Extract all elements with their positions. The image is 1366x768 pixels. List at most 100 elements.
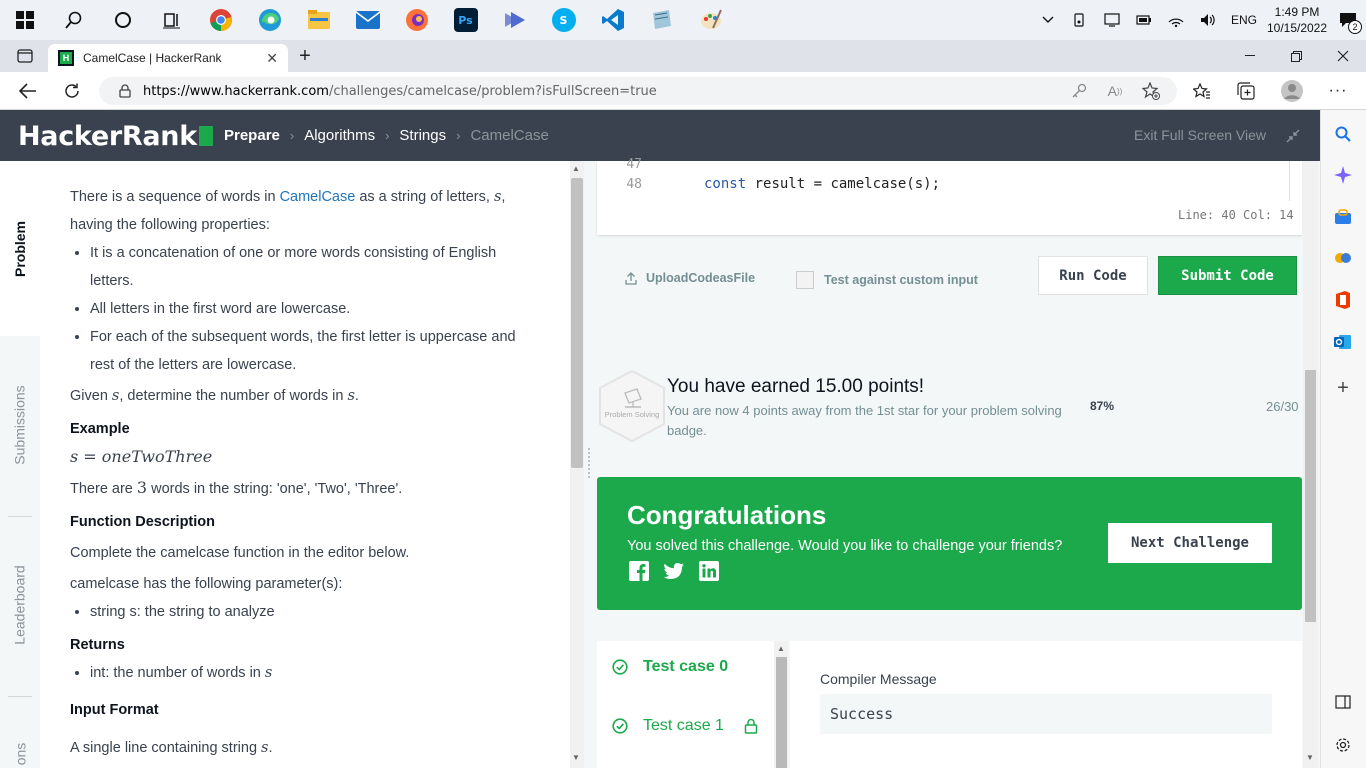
tab-title: CamelCase | HackerRank — [83, 51, 222, 65]
url-text[interactable]: https://www.hackerrank.com/challenges/ca… — [143, 84, 657, 99]
linkedin-icon[interactable] — [699, 561, 719, 581]
favorites-icon[interactable] — [1184, 72, 1220, 110]
breadcrumb-prepare[interactable]: Prepare — [224, 127, 280, 144]
tab-close-icon[interactable]: ✕ — [266, 50, 278, 67]
checkbox[interactable] — [796, 271, 814, 289]
volume-icon[interactable] — [1192, 0, 1224, 40]
wifi-icon[interactable] — [1160, 0, 1192, 40]
language-indicator[interactable]: ENG — [1224, 0, 1264, 40]
games-icon[interactable] — [1331, 246, 1355, 270]
congratulations-title: Congratulations — [627, 500, 827, 530]
breadcrumb-strings[interactable]: Strings — [399, 127, 446, 144]
lock-icon[interactable] — [119, 84, 131, 98]
breadcrumb-chevron-icon: › — [456, 128, 461, 143]
function-heading: Function Description — [70, 514, 215, 530]
office-icon[interactable] — [1331, 288, 1355, 312]
next-challenge-button[interactable]: Next Challenge — [1108, 523, 1272, 563]
twitter-icon[interactable] — [664, 561, 684, 581]
scroll-up-arrow-icon[interactable]: ▲ — [777, 644, 785, 653]
test-case-0[interactable]: Test case 0 — [612, 658, 728, 676]
vscode-icon[interactable] — [588, 0, 637, 40]
tab-actions-icon[interactable] — [14, 46, 36, 66]
facebook-icon[interactable] — [629, 561, 649, 581]
battery-icon[interactable] — [1128, 0, 1160, 40]
edge-icon[interactable] — [245, 0, 294, 40]
clock-date: 10/15/2022 — [1266, 21, 1328, 35]
tab-problem-label: Problem — [12, 220, 29, 277]
camelcase-link[interactable]: CamelCase — [280, 189, 356, 205]
collapse-arrows-icon[interactable] — [1285, 128, 1301, 144]
check-circle-icon — [612, 659, 628, 675]
refresh-icon[interactable] — [54, 72, 90, 110]
visual-studio-app-icon[interactable] — [490, 0, 539, 40]
notification-center-icon[interactable]: 2 — [1330, 0, 1366, 40]
scroll-down-arrow-icon[interactable]: ▼ — [1306, 753, 1314, 762]
tab-leaderboard-label: Leaderboard — [12, 565, 28, 645]
test-case-scrollbar-thumb[interactable] — [776, 657, 787, 768]
photoshop-icon[interactable]: Ps — [441, 0, 490, 40]
upload-code-button[interactable]: UploadCodeasFile — [625, 271, 755, 285]
discover-sparkle-icon[interactable] — [1331, 163, 1355, 187]
read-aloud-icon[interactable]: A)) — [1097, 72, 1133, 110]
firefox-icon[interactable] — [392, 0, 441, 40]
add-favorite-icon[interactable] — [1133, 72, 1169, 110]
mail-icon[interactable] — [343, 0, 392, 40]
breadcrumb-algorithms[interactable]: Algorithms — [304, 127, 375, 144]
hide-sidebar-icon[interactable] — [1331, 690, 1355, 714]
sidebar-settings-icon[interactable] — [1331, 733, 1355, 757]
restore-icon[interactable] — [1273, 40, 1319, 72]
notepad-icon[interactable] — [637, 0, 686, 40]
minimize-icon[interactable] — [1227, 40, 1273, 72]
logo-block-icon — [198, 126, 213, 146]
tab-divider — [8, 516, 32, 517]
breadcrumb-camelcase: CamelCase — [470, 127, 549, 144]
task-view-icon[interactable] — [147, 0, 196, 40]
address-bar[interactable]: https://www.hackerrank.com/challenges/ca… — [99, 77, 1177, 105]
meet-now-icon[interactable] — [1064, 0, 1096, 40]
window-close-icon[interactable] — [1320, 40, 1366, 72]
scroll-down-arrow-icon[interactable]: ▼ — [572, 753, 580, 762]
problem-statement: There is a sequence of words in CamelCas… — [40, 161, 570, 768]
new-tab-icon[interactable]: + — [294, 44, 316, 68]
paint-icon[interactable] — [686, 0, 735, 40]
problem-given: Given s, determine the number of words i… — [70, 388, 359, 404]
code-line[interactable]: const result = camelcase(s); — [704, 176, 940, 192]
tab-problem[interactable]: Problem — [0, 161, 40, 336]
add-sidebar-app-icon[interactable]: + — [1331, 376, 1355, 400]
panel-resize-handle[interactable] — [588, 448, 592, 478]
browser-tab-active[interactable]: H CamelCase | HackerRank ✕ — [48, 44, 288, 72]
collections-icon[interactable] — [1228, 72, 1264, 110]
cortana-icon[interactable] — [98, 0, 147, 40]
input-heading: Input Format — [70, 702, 159, 718]
submit-code-button[interactable]: Submit Code — [1158, 256, 1297, 295]
skype-icon[interactable]: S — [539, 0, 588, 40]
chevron-up-icon[interactable] — [1032, 0, 1064, 40]
clock[interactable]: 1:49 PM 10/15/2022 — [1264, 4, 1330, 36]
code-area[interactable] — [597, 161, 1290, 201]
outlook-icon[interactable] — [1331, 330, 1355, 354]
key-icon[interactable] — [1061, 72, 1097, 110]
tab-discussions-partial[interactable]: ons — [0, 740, 40, 768]
shopping-icon[interactable] — [1331, 205, 1355, 229]
more-options-icon[interactable]: ··· — [1320, 72, 1356, 110]
hackerrank-logo[interactable]: HackerRank — [18, 121, 213, 152]
tab-submissions[interactable]: Submissions — [0, 350, 40, 500]
sidebar-search-icon[interactable] — [1331, 122, 1355, 146]
run-code-button[interactable]: Run Code — [1038, 256, 1148, 295]
custom-input-checkbox[interactable]: Test against custom input — [796, 271, 978, 289]
windows-start-icon[interactable] — [0, 0, 49, 40]
display-icon[interactable] — [1096, 0, 1128, 40]
exit-fullscreen-link[interactable]: Exit Full Screen View — [1134, 127, 1266, 143]
search-icon[interactable] — [49, 0, 98, 40]
profile-avatar-icon[interactable] — [1274, 72, 1310, 110]
back-icon[interactable] — [10, 72, 46, 110]
right-panel-scrollbar-thumb[interactable] — [1305, 370, 1316, 622]
list-item: string s: the string to analyze — [90, 598, 540, 626]
problem-scrollbar-thumb[interactable] — [571, 178, 583, 468]
scroll-up-arrow-icon[interactable]: ▲ — [572, 164, 580, 173]
tab-leaderboard[interactable]: Leaderboard — [0, 530, 40, 680]
chrome-icon[interactable] — [196, 0, 245, 40]
test-case-1[interactable]: Test case 1 — [612, 717, 758, 735]
notification-count-badge: 2 — [1348, 20, 1362, 34]
file-explorer-icon[interactable] — [294, 0, 343, 40]
